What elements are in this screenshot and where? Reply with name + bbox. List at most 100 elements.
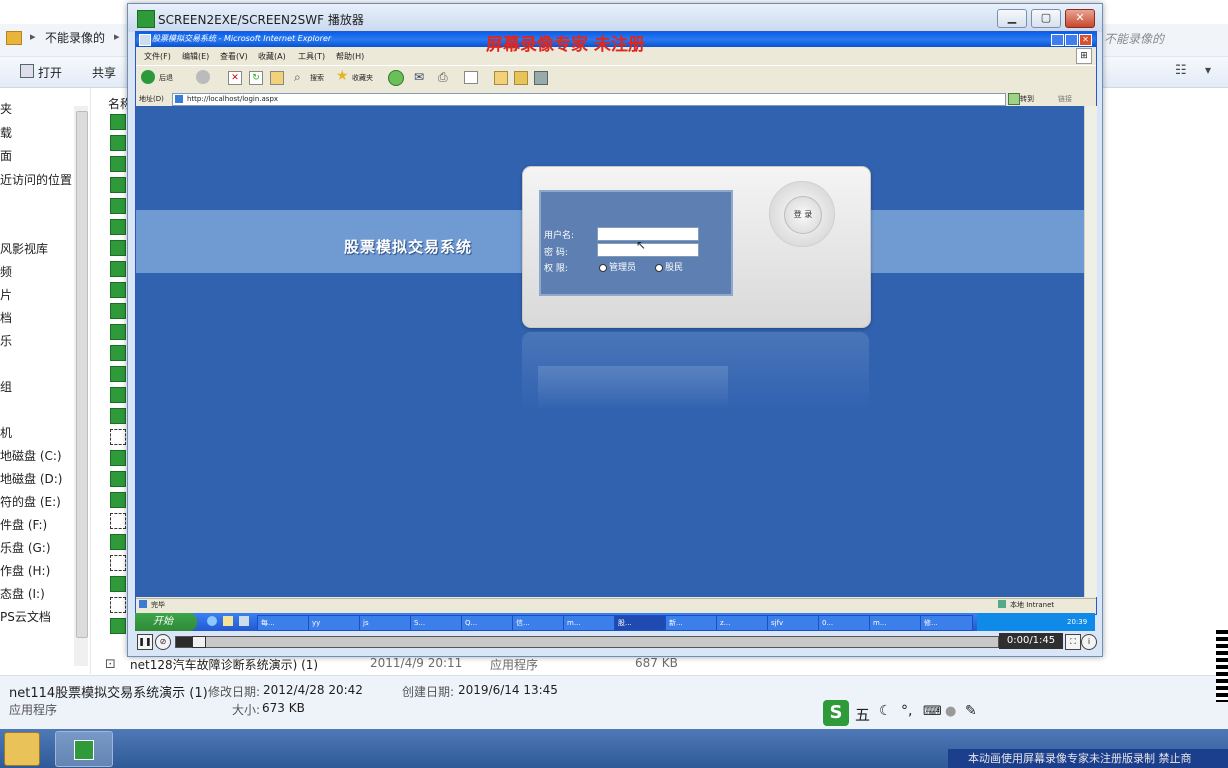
nav-item[interactable]: 地磁盘 (D:) [0,470,62,487]
nav-item[interactable]: 片 [0,286,12,303]
menu-tools[interactable]: 工具(T) [298,51,325,62]
radio-selected-icon[interactable] [599,263,607,272]
file-row-icon[interactable] [110,450,126,466]
chevron-down-icon[interactable]: ▾ [1205,63,1211,77]
messenger-icon[interactable] [534,71,548,85]
player-taskbar-button[interactable] [55,731,113,767]
file-row-icon[interactable] [110,345,126,361]
file-row-icon[interactable] [110,618,126,634]
nav-item[interactable]: PS云文档 [0,608,51,625]
maximize-button[interactable]: ▢ [1031,9,1061,28]
file-row-icon[interactable] [110,471,126,487]
taskbar-task-button[interactable]: 修... [920,615,973,631]
nav-item[interactable]: 件盘 (F:) [0,516,47,533]
menu-file[interactable]: 文件(F) [144,51,171,62]
back-icon[interactable] [141,70,155,84]
ime-mode-label[interactable]: 五 [855,704,870,725]
nav-item[interactable]: 作盘 (H:) [0,562,50,579]
file-row-icon[interactable] [110,135,126,151]
minimize-button[interactable]: ▁ [997,9,1027,28]
file-row-icon[interactable] [110,114,126,130]
favorites-star-icon[interactable]: ★ [336,68,349,84]
info-button[interactable]: i [1081,634,1097,650]
taskbar-task-button[interactable]: m... [869,615,922,631]
file-row-icon[interactable] [110,198,126,214]
favorites-button-label[interactable]: 收藏夹 [352,73,373,83]
file-row-icon[interactable] [110,534,126,550]
explorer-taskbar-icon[interactable] [4,732,40,766]
folder-icon[interactable] [494,71,508,85]
taskbar-task-button[interactable]: Q... [461,615,514,631]
taskbar-task-button[interactable]: 每... [257,615,310,631]
taskbar-task-button[interactable]: 新... [665,615,718,631]
login-button[interactable]: 登 录 [784,196,822,234]
go-button[interactable]: 转到 [1020,94,1034,104]
search-button-label[interactable]: 搜索 [310,73,324,83]
password-input[interactable] [597,243,699,257]
file-row-icon[interactable] [110,429,126,445]
navigation-scrollbar[interactable] [74,106,88,666]
scrollbar-thumb[interactable] [76,111,88,638]
home-icon[interactable] [270,71,284,85]
half-width-icon[interactable]: ☾ [879,703,892,719]
file-row-icon[interactable] [110,366,126,382]
file-row-icon[interactable] [110,492,126,508]
menu-view[interactable]: 查看(V) [220,51,248,62]
file-row-icon[interactable] [110,303,126,319]
fullscreen-button[interactable]: ⛶ [1065,634,1081,650]
file-row-icon[interactable] [110,597,126,613]
sogou-ime-icon[interactable]: S [823,700,849,726]
close-button[interactable]: ✕ [1065,9,1095,28]
nav-item[interactable]: 面 [0,147,12,164]
file-row-icon[interactable] [110,240,126,256]
edit-icon[interactable] [464,71,478,84]
mail-icon[interactable]: ✉ [414,70,424,84]
taskbar-task-button[interactable]: 信... [512,615,565,631]
taskbar-task-button[interactable]: yy [308,615,361,631]
nav-item[interactable]: 乐盘 (G:) [0,539,51,556]
wrench-icon[interactable]: ✎ [965,703,977,719]
ie-minimize-button[interactable] [1051,34,1064,46]
nav-item[interactable]: 频 [0,263,12,280]
ie-maximize-button[interactable] [1065,34,1078,46]
ie-close-button[interactable]: ✕ [1079,34,1092,46]
forward-icon[interactable] [196,70,210,84]
nav-item[interactable]: 夹 [0,100,12,117]
keyboard-icon[interactable]: ⌨ [923,704,942,719]
breadcrumb-item[interactable]: 不能录像的 [45,29,105,46]
back-button-label[interactable]: 后退 [159,73,173,83]
nav-item[interactable]: 近访问的位置 [0,171,72,188]
print-icon[interactable]: ⎙ [438,70,448,85]
username-input[interactable] [597,227,699,241]
taskbar-task-button[interactable]: 股... [614,615,667,631]
nav-item[interactable]: 组 [0,378,12,395]
quicklaunch-app-icon[interactable] [239,616,249,626]
stop-icon[interactable]: ✕ [228,71,242,85]
share-button[interactable]: 共享 [92,64,116,81]
nav-item[interactable]: 机 [0,424,12,441]
menu-edit[interactable]: 编辑(E) [182,51,209,62]
taskbar-task-button[interactable]: sjfv [767,615,820,631]
file-row-icon[interactable] [110,408,126,424]
nav-item[interactable]: 风影视库 [0,240,48,257]
go-arrow-icon[interactable] [1008,93,1020,105]
nav-item[interactable]: 符的盘 (E:) [0,493,61,510]
nav-item[interactable]: 档 [0,309,12,326]
breadcrumb-next-icon[interactable]: ▸ [114,30,120,43]
role-admin-radio[interactable]: 管理员 [599,260,636,273]
research-icon[interactable] [514,71,528,85]
nav-item[interactable]: 载 [0,124,12,141]
radio-icon[interactable] [655,263,663,272]
taskbar-task-button[interactable]: S... [410,615,463,631]
view-options-icon[interactable]: ☷ [1175,63,1187,78]
file-row-icon[interactable] [110,261,126,277]
refresh-icon[interactable]: ↻ [249,71,263,85]
quicklaunch-ie-icon[interactable] [207,616,217,626]
file-name[interactable]: net128汽车故障诊断系统演示) (1) [130,656,318,673]
taskbar-task-button[interactable]: m... [563,615,616,631]
links-button[interactable]: 链接 [1058,94,1072,104]
menu-favorites[interactable]: 收藏(A) [258,51,286,62]
search-icon[interactable]: ⌕ [294,70,301,85]
search-box-hint[interactable]: 不能录像的 [1104,30,1164,47]
file-row-icon[interactable] [110,324,126,340]
